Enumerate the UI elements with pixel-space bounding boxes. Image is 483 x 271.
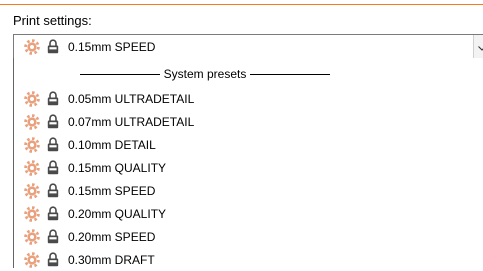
- preset-item[interactable]: 0.15mm QUALITY: [14, 156, 483, 179]
- dropdown-arrow-button[interactable]: [473, 35, 483, 58]
- gear-icon: [24, 38, 40, 55]
- lock-icon: [47, 114, 59, 129]
- header-rule-left: [80, 73, 160, 75]
- preset-name: 0.20mm QUALITY: [68, 206, 167, 221]
- preset-name: 0.05mm ULTRADETAIL: [68, 91, 195, 106]
- preset-dropdown-list[interactable]: System presets 0.05mm ULTRADETAIL 0.07mm…: [13, 58, 483, 268]
- preset-item[interactable]: 0.05mm ULTRADETAIL: [14, 87, 483, 110]
- preset-item[interactable]: 0.07mm ULTRADETAIL: [14, 110, 483, 133]
- preset-name: 0.10mm DETAIL: [68, 137, 156, 152]
- chevron-down-icon: [478, 38, 483, 56]
- preset-item[interactable]: 0.15mm SPEED: [14, 179, 483, 202]
- lock-icon: [47, 160, 59, 175]
- selected-preset-name: 0.15mm SPEED: [68, 39, 156, 54]
- lock-icon: [47, 252, 59, 267]
- preset-item[interactable]: 0.20mm SPEED: [14, 225, 483, 248]
- gear-icon: [24, 136, 40, 153]
- gear-icon: [24, 113, 40, 130]
- lock-icon: [47, 206, 59, 221]
- preset-item[interactable]: 0.10mm DETAIL: [14, 133, 483, 156]
- header-rule-right: [250, 73, 331, 75]
- system-presets-header: System presets: [80, 66, 331, 82]
- gear-icon: [24, 228, 40, 245]
- lock-icon: [47, 137, 59, 152]
- preset-list: 0.05mm ULTRADETAIL 0.07mm ULTRADETAIL 0.…: [14, 87, 483, 271]
- preset-name: 0.15mm QUALITY: [68, 160, 167, 175]
- gear-icon: [24, 90, 40, 107]
- gear-icon: [24, 159, 40, 176]
- lock-icon: [47, 91, 59, 106]
- lock-icon: [47, 39, 59, 54]
- lock-icon: [47, 229, 59, 244]
- print-settings-combo[interactable]: 0.15mm SPEED: [13, 34, 483, 59]
- gear-icon: [24, 251, 40, 268]
- lock-icon: [47, 183, 59, 198]
- print-settings-label: Print settings:: [13, 13, 92, 28]
- preset-name: 0.15mm SPEED: [68, 183, 156, 198]
- preset-item[interactable]: 0.30mm DRAFT: [14, 248, 483, 271]
- preset-name: 0.07mm ULTRADETAIL: [68, 114, 195, 129]
- system-presets-label: System presets: [163, 67, 247, 81]
- preset-name: 0.20mm SPEED: [68, 229, 156, 244]
- preset-item[interactable]: 0.20mm QUALITY: [14, 202, 483, 225]
- gear-icon: [24, 205, 40, 222]
- gear-icon: [24, 182, 40, 199]
- selected-preset: 0.15mm SPEED: [24, 35, 155, 58]
- preset-name: 0.30mm DRAFT: [68, 252, 155, 267]
- section-separator: [0, 4, 483, 5]
